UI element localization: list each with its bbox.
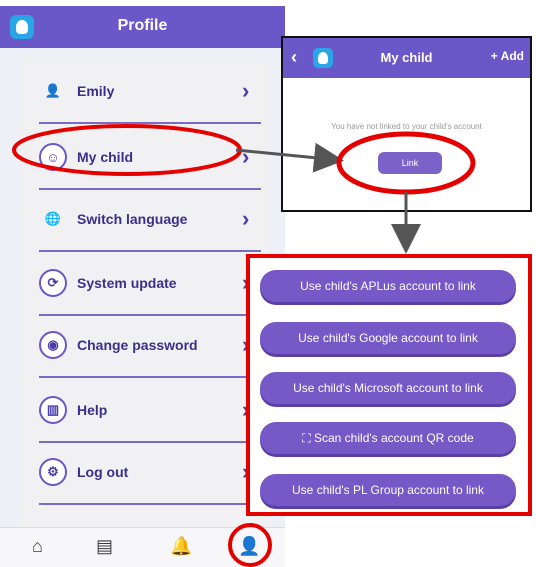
highlight-circle-my-child [12, 124, 242, 176]
highlight-circle-link [336, 131, 476, 195]
arrow-to-panel [235, 142, 344, 173]
highlight-circle-profile-nav [228, 523, 272, 567]
annotation-overlay [12, 124, 476, 567]
